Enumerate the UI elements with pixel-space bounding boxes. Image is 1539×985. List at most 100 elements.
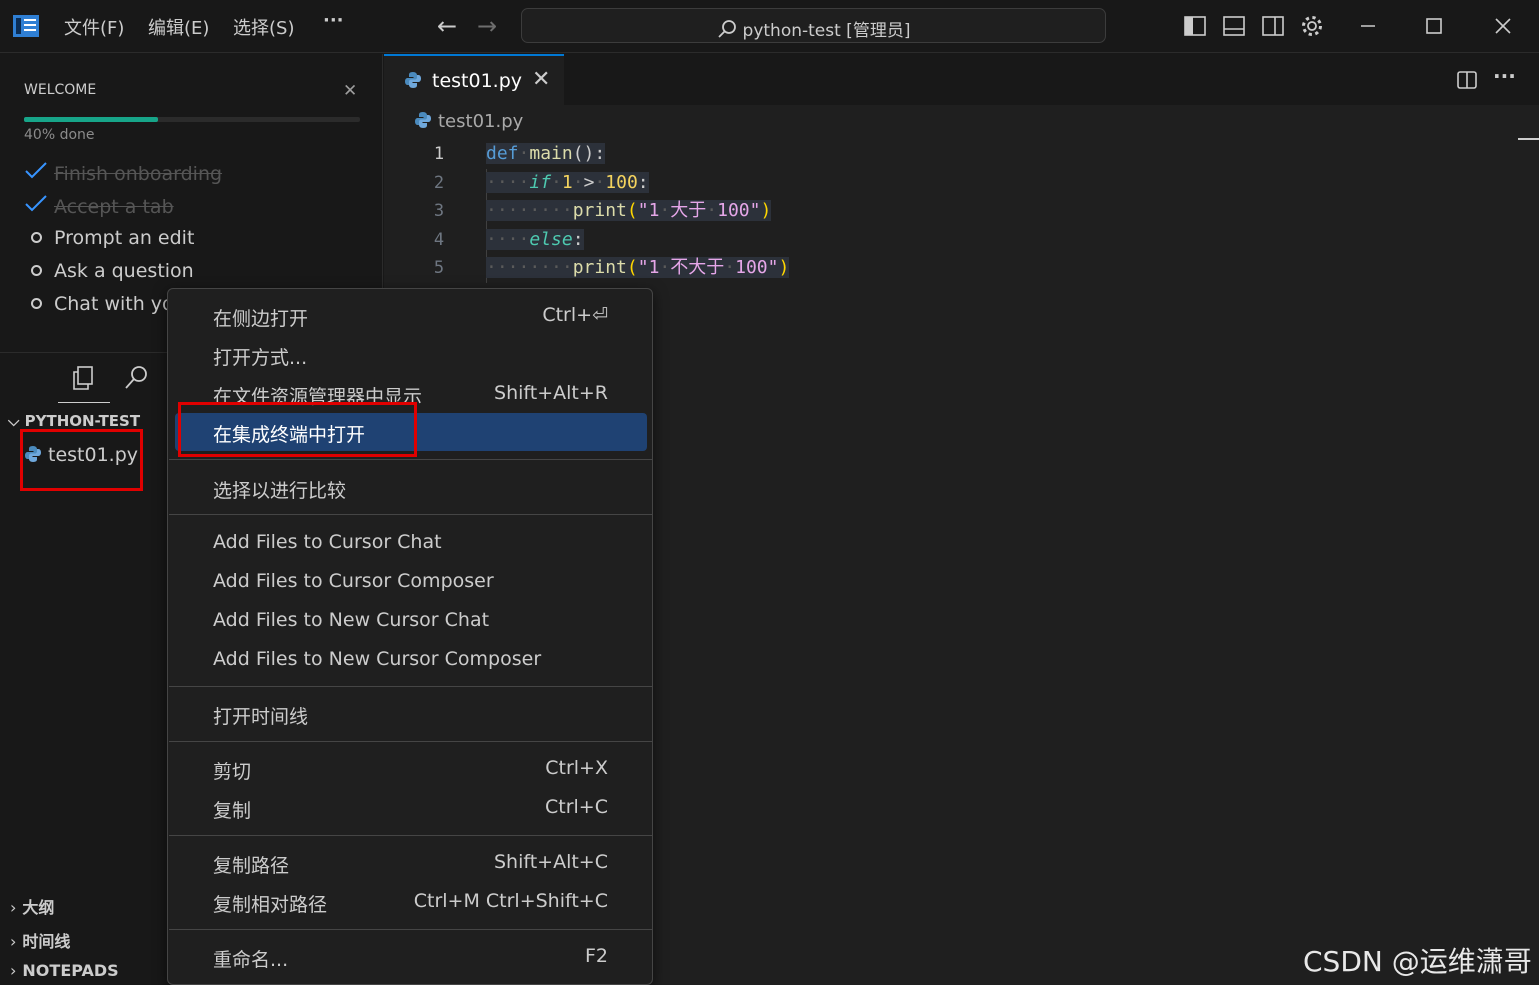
- menu-item-label: 在侧边打开: [213, 308, 309, 330]
- explorer-files-icon[interactable]: [69, 364, 97, 392]
- explorer-folder-header[interactable]: ⌵ PYTHON-TEST: [8, 412, 140, 430]
- more-actions-icon[interactable]: ···: [1493, 64, 1517, 88]
- menu-cut[interactable]: 剪切 Ctrl+X: [175, 750, 647, 786]
- menu-item-shortcut: Ctrl+M Ctrl+Shift+C: [413, 890, 608, 912]
- chevron-right-icon: ›: [10, 932, 17, 951]
- scrollbar-marker[interactable]: [1518, 138, 1539, 140]
- menu-more[interactable]: ···: [323, 10, 344, 31]
- back-arrow-icon[interactable]: ←: [437, 12, 457, 40]
- onboarding-progress-fill: [24, 117, 159, 122]
- menu-add-to-new-cursor-chat[interactable]: Add Files to New Cursor Chat: [175, 602, 647, 638]
- code-line: ········print("1·大于·100"): [486, 200, 772, 221]
- menu-item-shortcut: Ctrl+C: [545, 796, 608, 818]
- toggle-panel-icon[interactable]: [1222, 14, 1246, 38]
- onboarding-progress-bar: [24, 117, 360, 122]
- menu-item-shortcut: Shift+Alt+C: [493, 851, 608, 873]
- onboarding-item-label: Finish onboarding: [54, 163, 223, 185]
- section-timeline[interactable]: › 时间线: [10, 928, 70, 952]
- title-bar: 文件(F) 编辑(E) 选择(S) ··· ← → python-test [管…: [0, 0, 1539, 53]
- menu-item-label: 打开方式...: [213, 347, 308, 369]
- progress-text: 40% done: [24, 127, 95, 143]
- checkmark-icon: [25, 195, 47, 212]
- menu-item-label: Add Files to Cursor Composer: [213, 570, 494, 592]
- menu-item-label: 选择以进行比较: [213, 480, 347, 502]
- menu-separator: [169, 686, 653, 687]
- close-window-icon[interactable]: [1491, 14, 1515, 38]
- app-logo-icon[interactable]: [12, 13, 40, 39]
- chevron-right-icon: ›: [10, 961, 17, 980]
- gear-icon[interactable]: [1300, 14, 1324, 38]
- toggle-secondary-sidebar-icon[interactable]: [1261, 14, 1285, 38]
- forward-arrow-icon[interactable]: →: [477, 12, 497, 40]
- onboarding-item-accept-tab[interactable]: Accept a tab: [24, 193, 174, 218]
- section-label: 时间线: [22, 932, 71, 951]
- section-notepads[interactable]: › NOTEPADS: [10, 961, 119, 980]
- split-editor-icon[interactable]: [1455, 68, 1479, 92]
- menu-copy-path[interactable]: 复制路径 Shift+Alt+C: [175, 844, 647, 880]
- toggle-primary-sidebar-icon[interactable]: [1183, 14, 1207, 38]
- code-editor[interactable]: def·main(): ····if·1·>·100: ········prin…: [486, 140, 790, 283]
- line-number: 5: [433, 258, 445, 278]
- maximize-icon[interactable]: [1422, 14, 1446, 38]
- menu-add-to-cursor-composer[interactable]: Add Files to Cursor Composer: [175, 563, 647, 599]
- circle-icon: [30, 298, 42, 309]
- menu-edit[interactable]: 编辑(E): [148, 14, 209, 40]
- folder-name: PYTHON-TEST: [24, 412, 141, 430]
- menu-item-label: 复制: [213, 800, 252, 822]
- menu-open-with[interactable]: 打开方式...: [175, 336, 647, 372]
- onboarding-item-label: Ask a question: [54, 260, 194, 282]
- python-file-icon: [405, 72, 421, 88]
- onboarding-item-label: Chat with you: [54, 293, 186, 315]
- search-view-icon[interactable]: [122, 364, 150, 392]
- welcome-title: WELCOME: [24, 82, 97, 98]
- tab-test01[interactable]: test01.py ✕: [384, 54, 564, 105]
- code-line: ····else:: [486, 228, 584, 250]
- circle-icon: [30, 265, 42, 276]
- line-number: 3: [433, 201, 445, 221]
- onboarding-item-finish[interactable]: Finish onboarding: [24, 160, 222, 185]
- menu-item-label: Add Files to New Cursor Composer: [213, 648, 542, 670]
- circle-icon: [30, 232, 42, 243]
- watermark: CSDN @运维潇哥: [1303, 945, 1532, 978]
- menu-select[interactable]: 选择(S): [233, 14, 294, 40]
- menu-select-for-compare[interactable]: 选择以进行比较: [175, 469, 647, 505]
- minimize-icon[interactable]: [1356, 14, 1380, 38]
- search-icon: [717, 20, 736, 38]
- onboarding-item-prompt-edit[interactable]: Prompt an edit: [24, 227, 194, 249]
- chevron-right-icon: ›: [10, 898, 17, 917]
- line-number: 4: [433, 229, 445, 250]
- section-outline[interactable]: › 大纲: [10, 894, 54, 918]
- breadcrumb-file: test01.py: [438, 111, 524, 132]
- menu-item-shortcut: Shift+Alt+R: [494, 382, 608, 404]
- onboarding-item-label: Accept a tab: [54, 196, 174, 218]
- menu-copy-relative-path[interactable]: 复制相对路径 Ctrl+M Ctrl+Shift+C: [175, 883, 647, 919]
- python-file-icon: [415, 112, 431, 128]
- menu-separator: [169, 929, 653, 930]
- menu-item-shortcut: F2: [584, 945, 608, 967]
- close-icon[interactable]: ✕: [532, 67, 550, 92]
- menu-file[interactable]: 文件(F): [64, 14, 124, 40]
- menu-open-to-side[interactable]: 在侧边打开 Ctrl+⏎: [175, 297, 647, 333]
- onboarding-item-label: Prompt an edit: [54, 227, 195, 249]
- onboarding-item-ask-question[interactable]: Ask a question: [24, 260, 194, 282]
- code-line: ········print("1·不大于·100"): [486, 257, 790, 278]
- menu-item-label: Add Files to New Cursor Chat: [213, 609, 490, 631]
- menu-item-label: Add Files to Cursor Chat: [213, 531, 442, 553]
- line-numbers: 1 2 3 4 5: [424, 140, 454, 283]
- line-number: 1: [433, 144, 445, 164]
- breadcrumb[interactable]: test01.py: [414, 111, 523, 132]
- menu-separator: [169, 459, 653, 460]
- active-view-indicator: [58, 402, 110, 403]
- context-menu: 在侧边打开 Ctrl+⏎ 打开方式... 在文件资源管理器中显示 Shift+Alt…: [167, 288, 653, 985]
- menu-copy[interactable]: 复制 Ctrl+C: [175, 789, 647, 825]
- menu-rename[interactable]: 重命名... F2: [175, 938, 647, 974]
- menu-open-timeline[interactable]: 打开时间线: [175, 695, 647, 731]
- search-text: python-test [管理员]: [742, 21, 911, 41]
- menu-item-label: 剪切: [213, 761, 252, 783]
- menu-add-to-new-cursor-composer[interactable]: Add Files to New Cursor Composer: [175, 641, 647, 677]
- close-icon[interactable]: ✕: [343, 81, 357, 101]
- onboarding-item-chat[interactable]: Chat with you: [24, 293, 186, 315]
- menu-add-to-cursor-chat[interactable]: Add Files to Cursor Chat: [175, 524, 647, 560]
- command-center-search[interactable]: python-test [管理员]: [521, 8, 1106, 43]
- code-line: def·main():: [486, 143, 606, 164]
